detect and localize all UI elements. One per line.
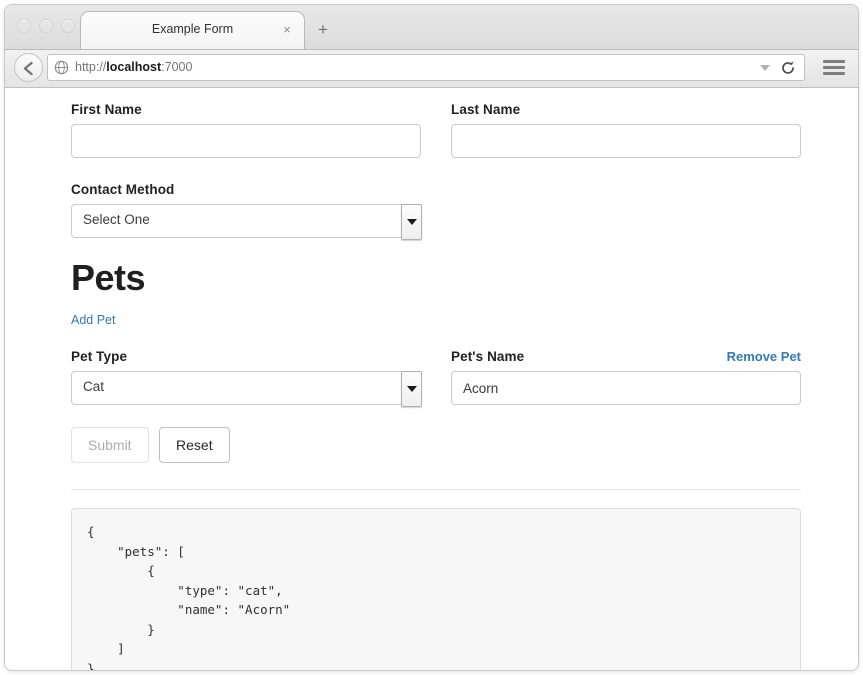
hamburger-line-3 xyxy=(823,72,845,75)
add-pet-link[interactable]: Add Pet xyxy=(71,313,115,327)
window-controls xyxy=(17,19,75,33)
pet-entry-row: Pet Type Cat Pet's Name Remove Pet xyxy=(71,349,801,427)
chevron-down-icon[interactable] xyxy=(760,65,770,71)
caret-down-icon xyxy=(407,386,417,392)
pet-name-input[interactable] xyxy=(451,371,801,405)
url-text: http://localhost:7000 xyxy=(75,60,192,74)
plus-icon[interactable]: + xyxy=(313,20,333,40)
url-prefix: http:// xyxy=(75,60,107,74)
browser-navbar: http://localhost:7000 xyxy=(5,50,858,88)
globe-icon xyxy=(54,60,69,75)
browser-tab-example-form[interactable]: Example Form × xyxy=(80,11,305,49)
contact-method-select[interactable]: Select One xyxy=(71,204,422,240)
select-dropdown-button[interactable] xyxy=(401,204,422,240)
submit-button[interactable]: Submit xyxy=(71,427,149,463)
form-content: First Name Last Name Contact Method Sele… xyxy=(71,102,801,670)
caret-down-icon xyxy=(407,219,417,225)
reload-icon[interactable] xyxy=(780,60,796,76)
first-name-input[interactable] xyxy=(71,124,421,158)
last-name-input[interactable] xyxy=(451,124,801,158)
url-host: localhost xyxy=(106,60,162,74)
back-arrow-glyph xyxy=(23,61,33,76)
json-output: { "pets": [ { "type": "cat", "name": "Ac… xyxy=(71,508,801,670)
window-maximize-dot[interactable] xyxy=(61,19,75,33)
close-icon[interactable]: × xyxy=(280,23,294,37)
remove-pet-link[interactable]: Remove Pet xyxy=(727,349,801,364)
hamburger-line-2 xyxy=(823,66,845,69)
contact-method-row: Contact Method Select One xyxy=(71,182,801,257)
last-name-group: Last Name xyxy=(451,102,801,158)
last-name-label: Last Name xyxy=(451,102,521,117)
url-suffix: :7000 xyxy=(161,60,193,74)
pet-type-value: Cat xyxy=(83,379,105,394)
hamburger-line-1 xyxy=(823,60,845,63)
tab-title: Example Form xyxy=(151,22,234,36)
back-arrow-icon[interactable] xyxy=(14,53,43,82)
pet-type-label: Pet Type xyxy=(71,349,128,364)
pet-type-group: Pet Type Cat xyxy=(71,349,422,407)
first-name-label: First Name xyxy=(71,102,142,117)
action-buttons-row: Submit Reset xyxy=(71,427,801,467)
pets-heading: Pets xyxy=(71,257,146,298)
page-viewport: First Name Last Name Contact Method Sele… xyxy=(5,88,858,670)
pet-type-select[interactable]: Cat xyxy=(71,371,422,407)
contact-method-value: Select One xyxy=(83,212,150,227)
url-bar[interactable]: http://localhost:7000 xyxy=(47,54,805,81)
contact-method-group: Contact Method Select One xyxy=(71,182,422,240)
window-minimize-dot[interactable] xyxy=(39,19,53,33)
reset-button[interactable]: Reset xyxy=(159,427,230,463)
hamburger-menu-icon[interactable] xyxy=(820,56,848,80)
window-close-dot[interactable] xyxy=(17,19,31,33)
name-row: First Name Last Name xyxy=(71,102,801,182)
first-name-group: First Name xyxy=(71,102,421,158)
browser-window: Example Form × + http://localhost:7000 F… xyxy=(4,4,859,671)
pet-name-group: Pet's Name Remove Pet xyxy=(451,349,801,405)
select-dropdown-button[interactable] xyxy=(401,371,422,407)
browser-tabstrip: Example Form × + xyxy=(5,5,858,50)
contact-method-label: Contact Method xyxy=(71,182,175,197)
